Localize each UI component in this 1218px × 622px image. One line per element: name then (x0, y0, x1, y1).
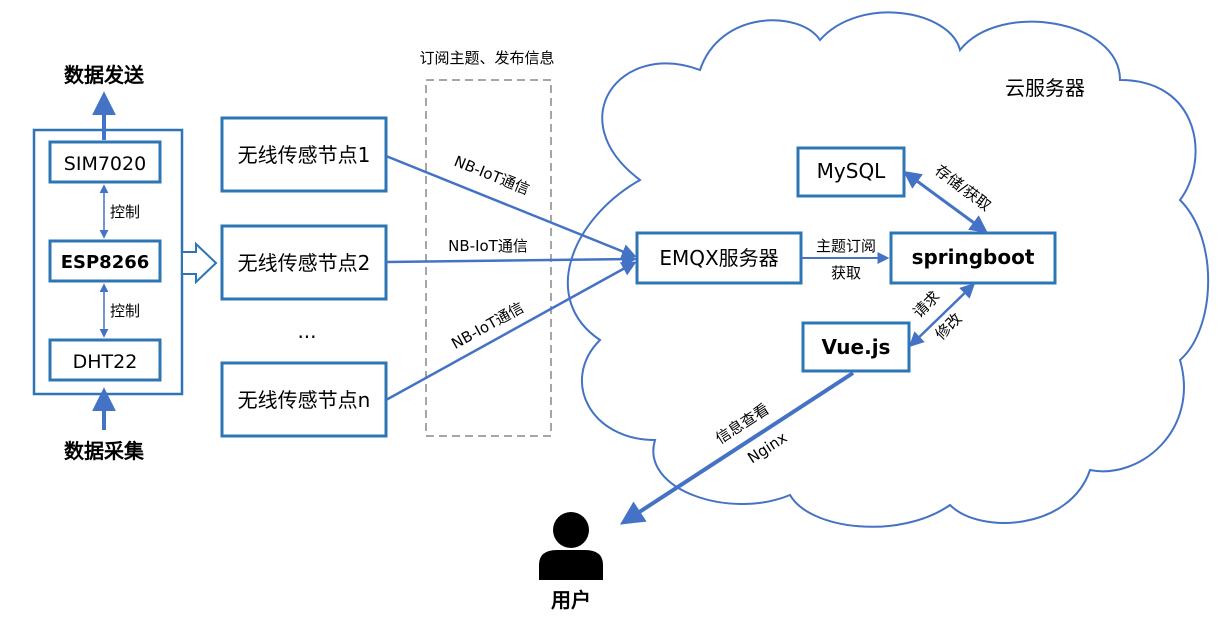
device-group: SIM7020 ESP8266 DHT22 控制 控制 数据发送 数据采集 (32, 63, 218, 463)
mysql-label: MySQL (817, 159, 887, 183)
channel-title: 订阅主题、发布信息 (419, 49, 554, 67)
noden-label: 无线传感节点n (238, 388, 371, 412)
group-to-node-arrow (181, 241, 218, 285)
control-label-2: 控制 (110, 302, 140, 320)
system-architecture-diagram: 云服务器 SIM7020 ESP8266 DHT22 控制 控制 数据发送 数据… (32, 11, 1210, 612)
control-label-1: 控制 (110, 203, 140, 221)
link1-label: NB-IoT通信 (452, 152, 533, 199)
data-collect-label: 数据采集 (64, 439, 145, 463)
emqx-label: EMQX服务器 (659, 246, 778, 270)
dht22-label: DHT22 (73, 351, 138, 373)
fetch-label: 获取 (831, 264, 861, 282)
user-label: 用户 (551, 588, 591, 612)
sensor-nodes: 无线传感节点1 无线传感节点2 ... 无线传感节点n (220, 116, 388, 438)
node2-label: 无线传感节点2 (238, 251, 371, 275)
esp8266-label: ESP8266 (61, 252, 150, 273)
channel-dashed-box (425, 79, 552, 437)
sim7020-label: SIM7020 (64, 153, 146, 175)
node1-label: 无线传感节点1 (238, 143, 371, 167)
subscribe-label: 主题订阅 (816, 237, 876, 255)
nodes-ellipsis: ... (297, 319, 316, 343)
data-send-label: 数据发送 (64, 63, 145, 87)
user-icon (539, 512, 603, 580)
vue-label: Vue.js (822, 335, 891, 359)
link2-label: NB-IoT通信 (448, 237, 528, 255)
user: 用户 (539, 512, 603, 612)
cloud-title: 云服务器 (1005, 76, 1085, 100)
springboot-label: springboot (912, 245, 1035, 269)
